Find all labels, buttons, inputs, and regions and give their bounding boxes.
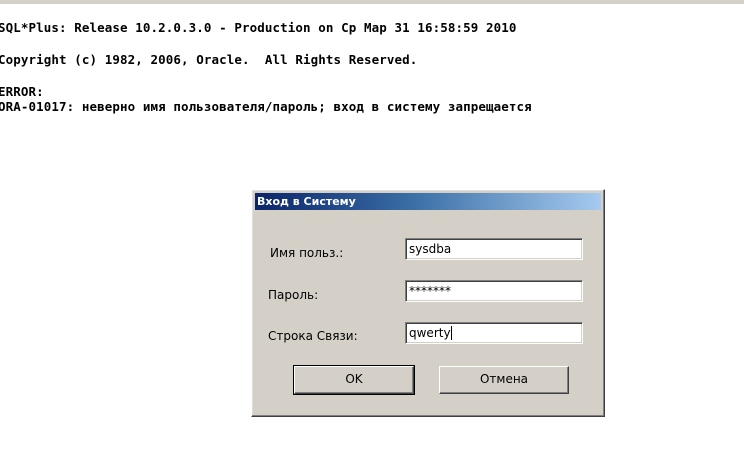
ok-button[interactable]: OK xyxy=(293,365,415,395)
console-error-label: ERROR: xyxy=(0,84,44,99)
cancel-button[interactable]: Отмена xyxy=(439,366,569,394)
password-label: Пароль: xyxy=(268,288,319,302)
console-release-line: SQL*Plus: Release 10.2.0.3.0 - Productio… xyxy=(0,20,517,35)
window-top-border xyxy=(0,0,744,4)
login-dialog: Вход в Систему Имя польз.: sysdba Пароль… xyxy=(251,189,605,417)
password-value: ******* xyxy=(409,284,451,298)
console-copyright-line: Copyright (c) 1982, 2006, Oracle. All Ri… xyxy=(0,52,418,67)
dialog-titlebar[interactable]: Вход в Систему xyxy=(255,193,601,210)
username-field[interactable]: sysdba xyxy=(405,238,583,260)
connect-string-field[interactable]: qwerty xyxy=(405,322,583,344)
dialog-title: Вход в Систему xyxy=(257,195,356,208)
connect-string-value: qwerty xyxy=(409,326,451,340)
username-value: sysdba xyxy=(409,242,452,256)
console-error-message: ORA-01017: неверно имя пользователя/паро… xyxy=(0,99,532,114)
username-label: Имя польз.: xyxy=(270,246,344,260)
password-field[interactable]: ******* xyxy=(405,280,583,302)
text-caret xyxy=(450,326,452,340)
connect-string-label: Строка Связи: xyxy=(268,329,358,343)
